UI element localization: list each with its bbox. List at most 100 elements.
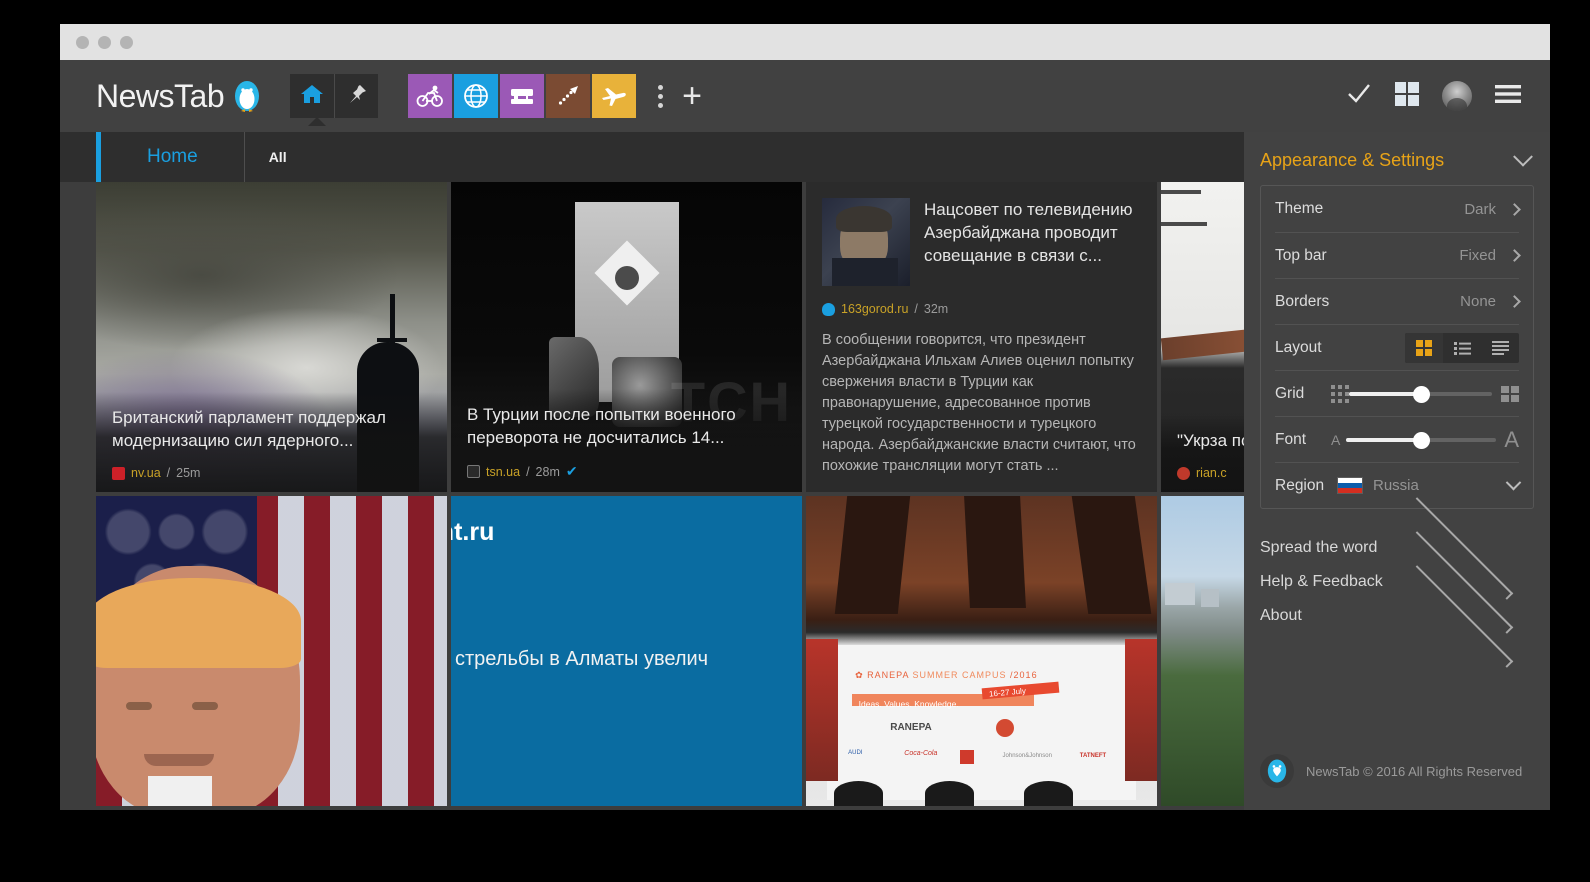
penguin-logo-icon bbox=[232, 79, 262, 113]
settings-header[interactable]: Appearance & Settings bbox=[1244, 132, 1550, 185]
card-time: 25m bbox=[176, 466, 201, 480]
card-overlay: В Турции после попытки военного переворо… bbox=[451, 389, 802, 492]
setting-label: Layout bbox=[1275, 338, 1322, 356]
window-minimize-button[interactable] bbox=[98, 35, 111, 49]
avatar[interactable] bbox=[1442, 81, 1472, 111]
card-ranepa-campus[interactable]: ✿ RANEPA SUMMER CAMPUS /2016 Ideas. Valu… bbox=[806, 496, 1157, 806]
list-icon bbox=[1453, 341, 1471, 355]
favicon bbox=[467, 465, 480, 478]
favicon bbox=[1177, 466, 1190, 480]
card-meta: 163gorod.ru / 32m bbox=[822, 302, 1141, 316]
card-meta: tsn.ua / 28m ✔ bbox=[467, 463, 786, 480]
card-title: Британский парламент поддержал модерниза… bbox=[112, 408, 386, 450]
card-source: 163gorod.ru bbox=[841, 302, 909, 316]
card-time: 32m bbox=[923, 302, 949, 316]
card-title: отв стрельбы в Алматы увелич bbox=[451, 648, 709, 670]
chevron-right-icon bbox=[1508, 249, 1521, 262]
category-tile-trending[interactable] bbox=[546, 74, 591, 118]
kebab-menu-icon[interactable] bbox=[648, 84, 672, 108]
settings-panel: Appearance & Settings Theme Dark Top bar… bbox=[1244, 132, 1550, 810]
font-slider[interactable] bbox=[1346, 431, 1497, 449]
layout-option-grid[interactable] bbox=[1405, 332, 1443, 363]
category-tile-world[interactable] bbox=[454, 74, 499, 118]
chevron-right-icon bbox=[1508, 202, 1521, 216]
setting-row-topbar[interactable]: Top bar Fixed bbox=[1275, 232, 1521, 278]
check-icon[interactable] bbox=[1346, 82, 1372, 111]
nav-button-group bbox=[290, 74, 379, 126]
category-tile-travel[interactable] bbox=[592, 74, 637, 118]
setting-label: Grid bbox=[1275, 384, 1305, 402]
dense-grid-icon bbox=[1331, 384, 1349, 403]
card-kommersant-almaty[interactable]: sant.ru отв стрельбы в Алматы увелич bbox=[451, 496, 802, 806]
font-slider-track[interactable] bbox=[1346, 431, 1497, 449]
settings-link-label: Spread the word bbox=[1260, 539, 1378, 556]
grid-slider-fill bbox=[1349, 391, 1421, 396]
setting-row-borders[interactable]: Borders None bbox=[1275, 278, 1521, 324]
card-turkey-coup[interactable]: TCH В Турции после попытки военного пере… bbox=[451, 182, 802, 492]
home-icon bbox=[300, 83, 324, 110]
chevron-down-icon[interactable] bbox=[1513, 146, 1533, 167]
settings-link-label: Help & Feedback bbox=[1260, 573, 1383, 590]
card-body: В сообщении говорится, что президент Азе… bbox=[822, 332, 1136, 474]
setting-label: Top bar bbox=[1275, 246, 1327, 264]
card-azerbaijan-tv[interactable]: Нацсовет по телевидению Азербайджана про… bbox=[806, 182, 1157, 492]
window-maximize-button[interactable] bbox=[120, 35, 133, 49]
brand[interactable]: NewsTab bbox=[96, 78, 262, 115]
card-uk-parliament[interactable]: Британский парламент поддержал модерниза… bbox=[96, 182, 447, 492]
category-tile-crafts[interactable] bbox=[500, 74, 545, 118]
ranepa-summer-campus-2016-image: ✿ RANEPA SUMMER CAMPUS /2016 Ideas. Valu… bbox=[806, 496, 1157, 806]
layout-segmented-control bbox=[1405, 332, 1519, 363]
russia-flag-icon bbox=[1337, 477, 1363, 494]
nav-pin-button[interactable] bbox=[334, 74, 379, 118]
grid-slider[interactable] bbox=[1349, 385, 1492, 403]
settings-link-label: About bbox=[1260, 607, 1302, 624]
verified-check-icon: ✔ bbox=[565, 463, 578, 479]
layout-option-list[interactable] bbox=[1443, 333, 1481, 363]
setting-label: Theme bbox=[1275, 200, 1324, 217]
card-brand: sant.ru bbox=[451, 518, 495, 546]
window-close-button[interactable] bbox=[76, 35, 89, 49]
setting-row-font: Font A A bbox=[1275, 416, 1519, 462]
hamburger-icon[interactable] bbox=[1494, 83, 1522, 110]
card-title: В Турции после попытки военного переворо… bbox=[467, 405, 736, 447]
tab-all[interactable]: All bbox=[243, 132, 311, 182]
settings-title: Appearance & Settings bbox=[1260, 150, 1445, 170]
nav-home-button[interactable] bbox=[290, 74, 335, 118]
setting-label: Font bbox=[1275, 430, 1307, 448]
tab-home[interactable]: Home bbox=[101, 132, 244, 182]
setting-value: None bbox=[1460, 293, 1496, 310]
favicon bbox=[822, 302, 835, 316]
card-meta: nv.ua / 25m bbox=[112, 466, 431, 480]
card-overlay: Британский парламент поддержал модерниза… bbox=[96, 392, 447, 492]
brand-name: NewsTab bbox=[96, 77, 225, 114]
window-titlebar bbox=[60, 24, 1550, 60]
large-grid-icon bbox=[1501, 385, 1519, 403]
category-tile-cycling[interactable] bbox=[408, 74, 453, 118]
pin-icon bbox=[346, 83, 368, 110]
chevron-right-icon bbox=[1508, 295, 1521, 308]
topbar-right-group bbox=[1346, 81, 1522, 112]
setting-row-region[interactable]: Region Russia bbox=[1275, 462, 1522, 508]
lines-icon bbox=[1491, 340, 1509, 355]
layout-option-compact[interactable] bbox=[1481, 333, 1519, 363]
grid-slider-knob[interactable] bbox=[1412, 385, 1430, 403]
erdogan-portrait-thumb-image bbox=[822, 198, 910, 286]
chevron-down-icon[interactable] bbox=[1505, 474, 1522, 491]
globe-icon bbox=[463, 83, 489, 109]
small-a-icon: A bbox=[1331, 431, 1341, 448]
card-source: nv.ua bbox=[131, 466, 161, 480]
setting-value: Dark bbox=[1464, 200, 1496, 218]
card-trump[interactable] bbox=[96, 496, 447, 806]
grid-slider-track[interactable] bbox=[1349, 385, 1492, 403]
setting-row-theme[interactable]: Theme Dark bbox=[1275, 186, 1521, 232]
top-bar: NewsTab + bbox=[60, 60, 1550, 132]
card-time: 28m bbox=[535, 464, 560, 479]
font-slider-knob[interactable] bbox=[1413, 431, 1431, 449]
card-title: Нацсовет по телевидению Азербайджана про… bbox=[924, 200, 1133, 265]
add-category-button[interactable]: + bbox=[682, 79, 702, 113]
settings-footer: NewsTab © 2016 All Rights Reserved bbox=[1244, 754, 1550, 810]
grid-icon[interactable] bbox=[1394, 81, 1420, 112]
large-a-icon: A bbox=[1504, 426, 1519, 452]
setting-value: Russia bbox=[1373, 477, 1419, 494]
settings-link-spread-the-word[interactable]: Spread the word bbox=[1260, 496, 1530, 600]
